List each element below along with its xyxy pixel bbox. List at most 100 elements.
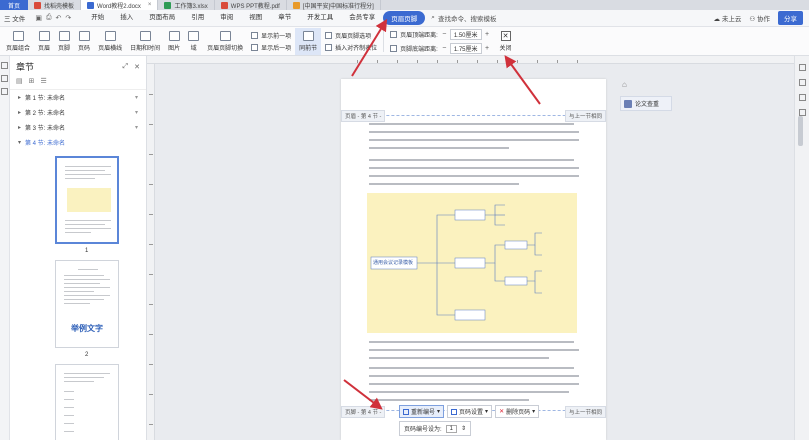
close-icon[interactable]: ✕	[134, 63, 140, 71]
picture-button[interactable]: 图片	[164, 28, 184, 55]
header-combo-button[interactable]: 页眉组合	[2, 28, 34, 55]
menu-page-layout[interactable]: 页面布局	[141, 11, 183, 25]
section-tool-icon[interactable]: ▤	[16, 77, 23, 85]
tab-bar: 首页 找稻壳模板 Word教程2.docx × 工作簿3.xlsx WPS PPT…	[0, 0, 809, 10]
collab-icon: ⚇	[749, 16, 756, 23]
chevron-down-icon: ▾	[18, 140, 22, 146]
tab-xlsx[interactable]: 工作簿3.xlsx	[158, 0, 215, 10]
minus-icon[interactable]: −	[441, 31, 448, 38]
field-button[interactable]: 域	[184, 28, 203, 55]
more-icon[interactable]: ▾	[135, 109, 138, 116]
menu-review[interactable]: 审阅	[212, 11, 241, 25]
page-number-settings-button[interactable]: 页码设置 ▾	[447, 405, 493, 418]
datetime-button[interactable]: 日期和时间	[126, 28, 164, 55]
header-line-button[interactable]: 页眉横线	[94, 28, 126, 55]
body-text-line	[369, 167, 579, 169]
renumber-popup: 页码编号设为: 1 ⇕	[399, 421, 472, 436]
search-icon[interactable]	[1, 88, 8, 95]
section-item-2[interactable]: ▸ 第 2 节: 未命名 ▾	[10, 105, 146, 120]
cloud-icon: ☁	[713, 16, 721, 23]
plus-icon[interactable]: +	[484, 31, 491, 38]
minus-icon[interactable]: −	[441, 45, 448, 52]
scrollbar-thumb[interactable]	[798, 116, 803, 146]
print-icon[interactable]: ⎙	[46, 14, 52, 22]
show-next-button[interactable]: 显示后一项	[251, 43, 291, 52]
section-item-3[interactable]: ▸ 第 3 节: 未命名 ▾	[10, 120, 146, 135]
header-icon	[38, 30, 50, 41]
section-list-icon[interactable]: ☰	[41, 77, 47, 85]
picture-icon	[168, 30, 180, 41]
cloud-status[interactable]: ☁ 未上云	[714, 13, 742, 23]
redo-icon[interactable]: ↷	[65, 14, 71, 22]
more-icon[interactable]: ▾	[135, 124, 138, 131]
menu-insert[interactable]: 插入	[112, 11, 141, 25]
tab-home[interactable]: 首页	[0, 0, 28, 10]
show-prev-button[interactable]: 显示前一项	[251, 31, 291, 40]
command-search[interactable]: ⌕ 查找命令、搜索模板	[431, 13, 496, 23]
close-icon[interactable]: ×	[148, 2, 152, 8]
tab-pdf[interactable]: WPS PPT教程.pdf	[215, 0, 287, 10]
side-tool-icon[interactable]	[798, 109, 806, 116]
home-icon[interactable]: ⌂	[622, 80, 627, 89]
footer-button[interactable]: 页脚	[54, 28, 74, 55]
body-text-line	[369, 139, 579, 141]
doc-icon	[292, 1, 300, 9]
tab-other[interactable]: [中国平安]中国标准行程分]	[287, 0, 381, 10]
tab-word-doc[interactable]: Word教程2.docx ×	[81, 0, 159, 10]
page-thumbnail-3[interactable]	[55, 364, 119, 440]
page-thumbnail-2[interactable]: 举例文字	[55, 260, 119, 348]
options-icon	[325, 31, 333, 39]
page-number-button[interactable]: 页码	[74, 28, 94, 55]
share-button[interactable]: 分享	[778, 11, 803, 25]
more-icon[interactable]: ▾	[135, 94, 138, 101]
menu-view[interactable]: 视图	[241, 11, 270, 25]
side-tool-icon[interactable]	[798, 64, 806, 71]
plus-icon[interactable]: +	[484, 45, 491, 52]
close-header-footer-button[interactable]: ✕ 关闭	[495, 28, 517, 55]
page-thumbnail-1[interactable]	[55, 156, 119, 244]
body-text-line	[369, 159, 574, 161]
header-top-stepper[interactable]: −1.50厘米 +	[441, 28, 491, 40]
paper-check-button[interactable]: 论文查重	[620, 96, 672, 111]
footer-bottom-stepper[interactable]: −1.75厘米 +	[441, 42, 491, 54]
spin-icon[interactable]: ⇕	[461, 425, 466, 432]
delete-page-number-button[interactable]: ✕ 删除页码 ▾	[495, 405, 540, 418]
section-item-1[interactable]: ▸ 第 1 节: 未命名 ▾	[10, 90, 146, 105]
start-number-input[interactable]: 1	[445, 424, 458, 433]
link-icon	[302, 30, 314, 41]
footer-section-tag: 页脚 - 第 4 节 -	[341, 406, 386, 418]
menu-start[interactable]: 开始	[83, 11, 112, 25]
close-icon: ✕	[500, 30, 511, 41]
file-menu[interactable]: 三 文件	[0, 13, 29, 23]
pdf-icon	[220, 1, 228, 9]
menu-developer[interactable]: 开发工具	[299, 11, 341, 25]
section-add-icon[interactable]: ⊞	[29, 77, 35, 85]
menu-chapter[interactable]: 章节	[270, 11, 299, 25]
paper-check-icon	[624, 99, 632, 108]
undo-icon[interactable]: ↶	[56, 14, 62, 22]
header-footer-options-button[interactable]: 页眉页脚选项	[325, 31, 377, 40]
menu-reference[interactable]: 引用	[183, 11, 212, 25]
header-top-icon	[390, 30, 398, 38]
insert-align-tab-button[interactable]: 插入对齐制表位	[325, 43, 377, 52]
thumbnail-big-text: 举例文字	[71, 324, 103, 333]
document-area: 页眉 - 第 4 节 - 与上一节相同 通用会议记录模板 页脚 - 第 4 节 …	[147, 56, 794, 440]
collab-button[interactable]: ⚇ 协作	[749, 13, 770, 23]
quick-access: ▣ ⎙ ↶ ↷	[29, 14, 77, 22]
side-tool-icon[interactable]	[798, 94, 806, 101]
header-footer-switch-button[interactable]: 页眉页脚切换	[203, 28, 247, 55]
menu-member[interactable]: 会员专享	[341, 11, 383, 25]
bookmark-icon[interactable]	[1, 75, 8, 82]
expand-icon[interactable]: ⤢	[123, 63, 129, 71]
tab-template[interactable]: 找稻壳模板	[28, 0, 82, 10]
mindmap-image[interactable]: 通用会议记录模板	[367, 193, 577, 333]
same-as-prev-button[interactable]: 同前节	[295, 27, 322, 55]
nav-icon[interactable]	[1, 62, 8, 69]
save-icon[interactable]: ▣	[35, 14, 42, 22]
renumber-button[interactable]: 重新编号 ▾	[399, 405, 445, 418]
side-tool-icon[interactable]	[798, 79, 806, 86]
section-item-4[interactable]: ▾ 第 4 节: 未命名	[10, 135, 146, 150]
header-button[interactable]: 页眉	[34, 28, 54, 55]
menu-header-footer[interactable]: 页眉页脚	[383, 11, 426, 25]
document-page[interactable]: 页眉 - 第 4 节 - 与上一节相同 通用会议记录模板 页脚 - 第 4 节 …	[341, 79, 606, 440]
